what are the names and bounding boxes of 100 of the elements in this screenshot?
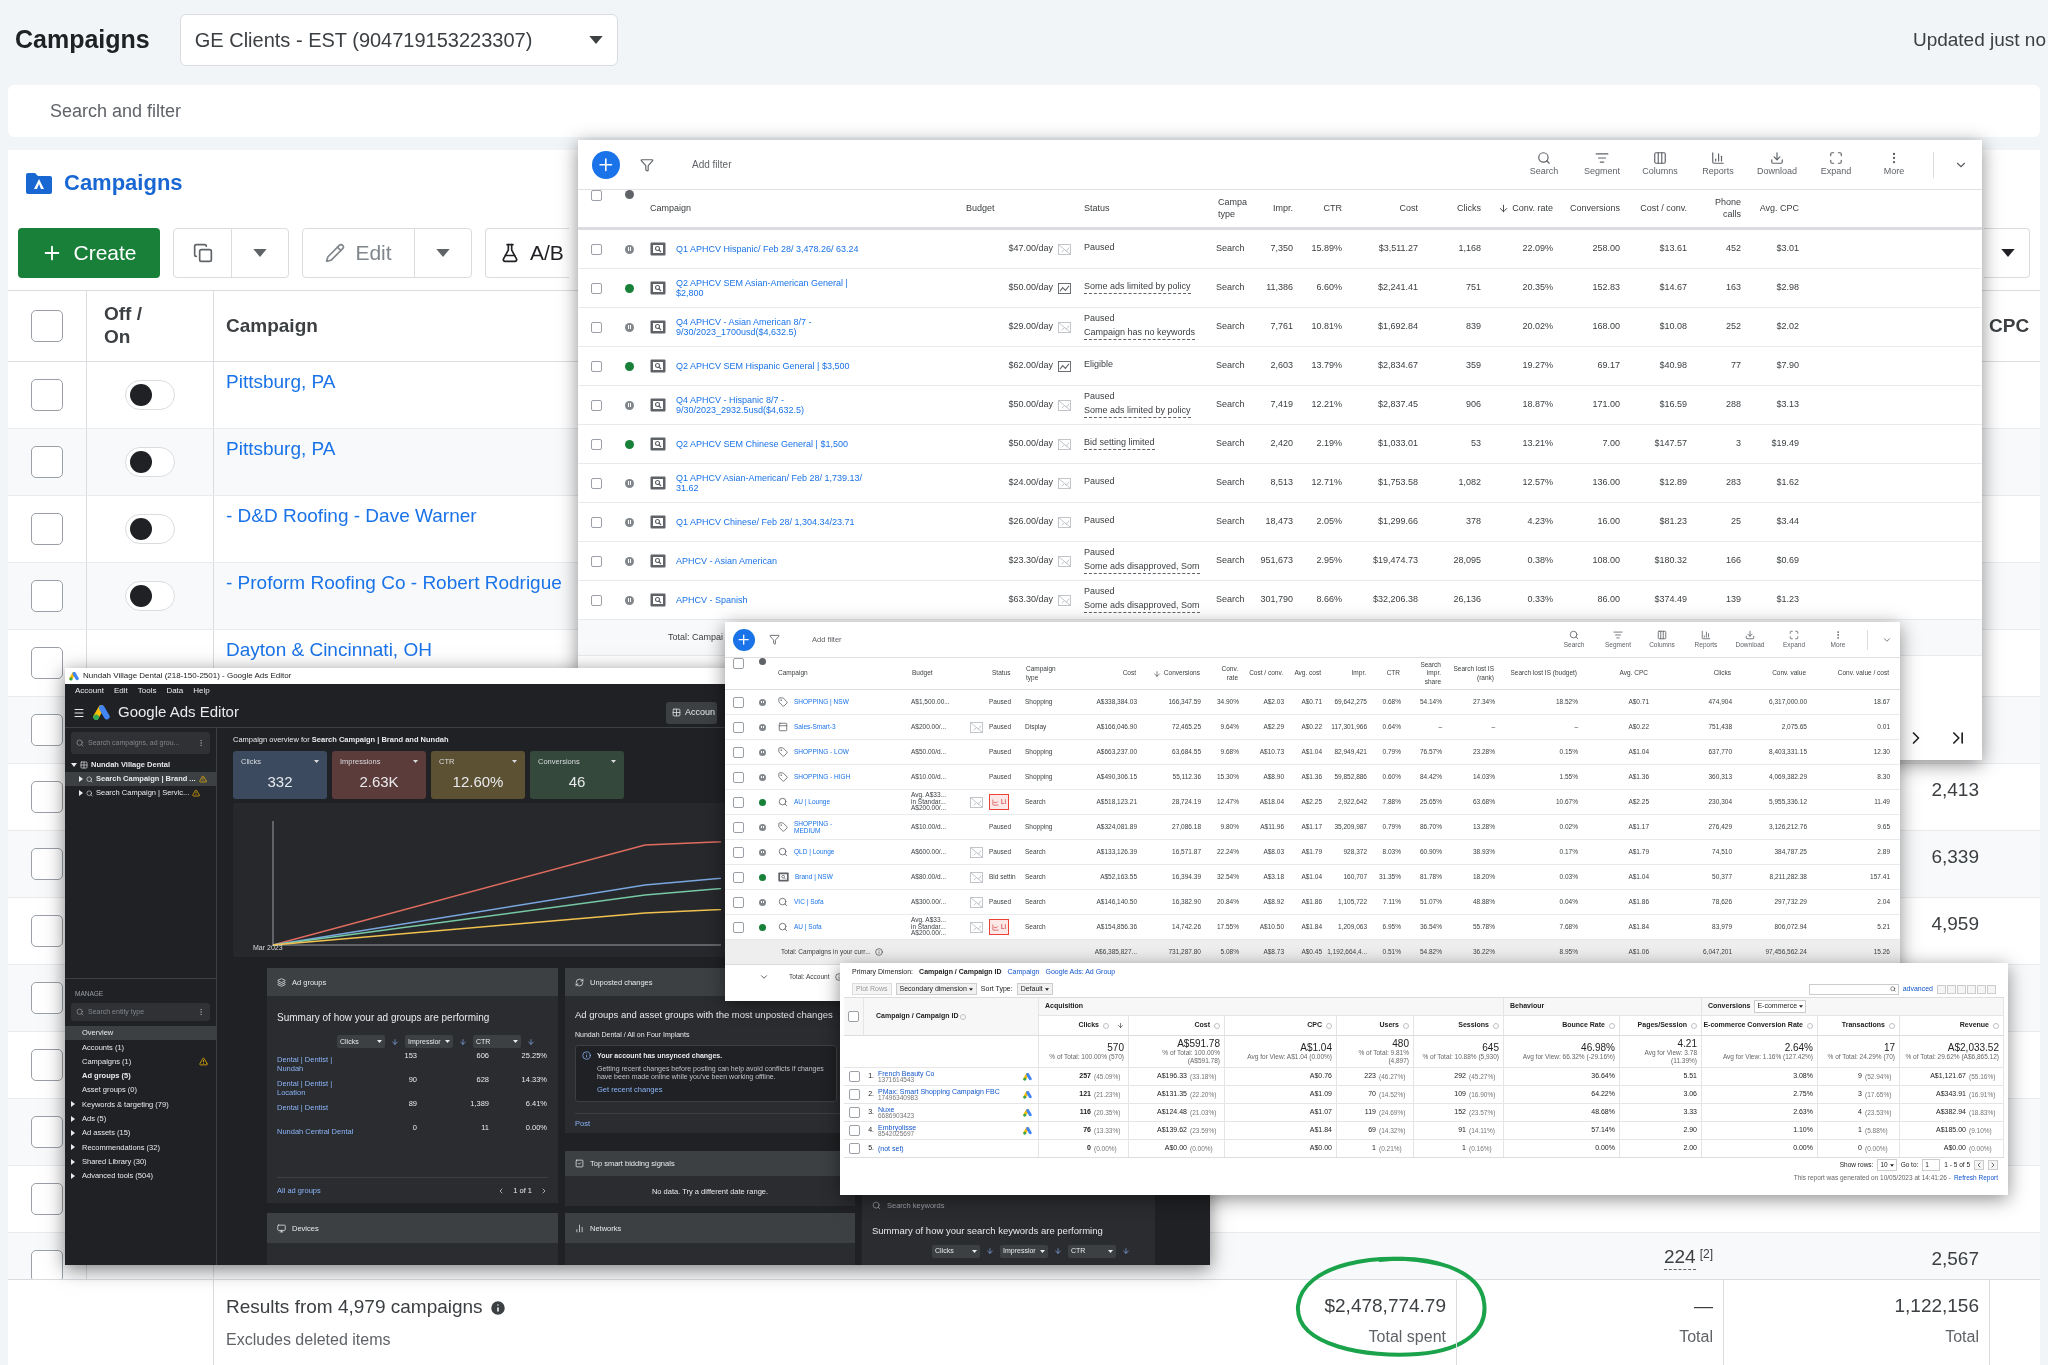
checkbox[interactable] <box>31 379 63 411</box>
checkbox[interactable] <box>31 915 63 947</box>
checkbox[interactable] <box>732 696 744 708</box>
checkbox[interactable] <box>31 513 63 545</box>
toolbar-button[interactable]: Search <box>1524 150 1563 179</box>
campaign-name[interactable]: Q4 APHCV - Hispanic 8/7 - 9/30/2023_2932.5usd($4,632.5) <box>676 394 876 416</box>
toolbar-button[interactable]: Reports <box>1698 150 1737 179</box>
column-header[interactable]: Cost <box>1399 202 1418 215</box>
toolbar-button[interactable]: Segment <box>1582 150 1621 179</box>
checkbox[interactable] <box>590 555 602 567</box>
checkbox[interactable] <box>848 1071 860 1082</box>
checkbox[interactable] <box>31 310 63 342</box>
checkbox[interactable] <box>732 771 744 783</box>
menu-item[interactable]: Data <box>166 685 184 697</box>
campaign-name[interactable]: - Proform Roofing Co - Robert Rodrigue <box>226 572 562 593</box>
checkbox[interactable] <box>31 1183 63 1215</box>
checkbox[interactable] <box>590 321 602 333</box>
add-filter[interactable]: Add filter <box>692 157 732 172</box>
checkbox[interactable] <box>732 721 744 733</box>
dropdown-button[interactable] <box>1984 227 2030 278</box>
account-button[interactable]: Accoun <box>665 701 717 724</box>
menu-item[interactable]: Tools <box>137 685 157 697</box>
toggle-switch[interactable] <box>125 447 175 477</box>
checkbox[interactable] <box>732 921 744 933</box>
column-header[interactable]: Campaign <box>650 202 692 215</box>
account-dropdown[interactable]: GE Clients - EST (904719153223307) <box>179 14 618 66</box>
checkbox[interactable] <box>590 282 602 294</box>
checkbox[interactable] <box>848 1125 860 1136</box>
checkbox[interactable] <box>31 1250 63 1279</box>
checkbox[interactable] <box>732 796 744 808</box>
campaign-name[interactable]: Q1 APHCV Asian-American/ Feb 28/ 1,739.13/ 31.62 <box>676 472 876 494</box>
campaign-name[interactable]: Q1 APHCV Hispanic/ Feb 28/ 3,478.26/ 63.24 <box>676 243 859 255</box>
campaign-name[interactable]: Pittsburg, PA <box>226 438 336 459</box>
column-header[interactable]: Budget <box>966 202 995 215</box>
campaign-name[interactable]: APHCV - Asian American <box>676 555 778 567</box>
add-button[interactable] <box>733 628 755 651</box>
campaign-name[interactable]: Q2 APHCV SEM Asian-American General | $2,800 <box>676 277 876 299</box>
checkbox[interactable] <box>31 781 63 813</box>
checkbox[interactable] <box>590 399 602 411</box>
checkbox[interactable] <box>848 1011 859 1022</box>
checkbox[interactable] <box>31 1049 63 1081</box>
search-field[interactable] <box>1808 983 1899 995</box>
campaign-name[interactable]: Q2 APHCV SEM Hispanic General | $3,500 <box>676 360 850 372</box>
column-header[interactable]: Impr. <box>1273 202 1293 215</box>
checkbox[interactable] <box>732 871 744 883</box>
column-header[interactable]: Avg. CPC <box>1759 202 1799 215</box>
checkbox[interactable] <box>590 438 602 450</box>
column-header[interactable]: Campa type <box>1218 197 1248 220</box>
toolbar-button[interactable]: Columns <box>1640 150 1679 179</box>
checkbox[interactable] <box>732 746 744 758</box>
column-header[interactable]: CTR <box>1323 202 1342 215</box>
column-header[interactable]: Phone calls <box>1697 197 1741 220</box>
menu-item[interactable]: Help <box>193 685 210 697</box>
checkbox[interactable] <box>848 1107 860 1118</box>
filter-icon[interactable] <box>640 157 654 172</box>
checkbox[interactable] <box>31 647 63 679</box>
campaign-name[interactable]: Q1 APHCV Chinese/ Feb 28/ 1,304.34/23.71 <box>676 516 855 528</box>
toggle-switch[interactable] <box>125 581 175 611</box>
checkbox[interactable] <box>590 243 602 255</box>
column-header[interactable]: Cost / conv. <box>1640 202 1687 215</box>
checkbox[interactable] <box>31 982 63 1014</box>
chevron-down-icon[interactable] <box>759 972 769 982</box>
toolbar-button[interactable]: More <box>1875 150 1913 179</box>
campaign-name[interactable]: Q2 APHCV SEM Chinese General | $1,500 <box>676 438 848 450</box>
column-header[interactable]: Status <box>1084 202 1110 215</box>
toggle-switch[interactable] <box>125 514 175 544</box>
column-header[interactable]: Clicks <box>1457 202 1481 215</box>
next-page-button[interactable] <box>1988 1160 1998 1170</box>
checkbox[interactable] <box>31 848 63 880</box>
checkbox[interactable] <box>732 896 744 908</box>
checkbox[interactable] <box>590 360 602 372</box>
toolbar-button[interactable]: Download <box>1756 150 1797 179</box>
checkbox[interactable] <box>732 846 744 858</box>
campaign-name[interactable]: - D&D Roofing - Dave Warner <box>226 505 477 526</box>
create-button[interactable]: Create <box>18 227 160 278</box>
checkbox[interactable] <box>31 1116 63 1148</box>
checkbox[interactable] <box>848 1089 860 1100</box>
menu-icon[interactable] <box>73 706 85 719</box>
checkbox[interactable] <box>848 1143 860 1154</box>
previous-page-button[interactable] <box>1974 1160 1984 1170</box>
checkbox[interactable] <box>31 714 63 746</box>
checkbox[interactable] <box>31 446 63 478</box>
experiment-button[interactable]: A/B <box>485 227 569 278</box>
add-button[interactable] <box>592 150 620 179</box>
campaign-name[interactable]: Pittsburg, PA <box>226 371 336 392</box>
column-header[interactable]: Conv. rate <box>1512 202 1553 215</box>
checkbox[interactable] <box>31 580 63 612</box>
menu-item[interactable]: Edit <box>113 685 128 697</box>
toolbar-button[interactable]: Expand <box>1817 150 1855 179</box>
campaign-name[interactable]: APHCV - Spanish <box>676 594 748 606</box>
column-header[interactable]: Conversions <box>1569 202 1620 215</box>
campaign-name[interactable]: Dayton & Cincinnati, OH <box>226 639 432 660</box>
search-field[interactable]: Search and filter <box>8 85 2040 137</box>
checkbox[interactable] <box>732 821 744 833</box>
checkbox[interactable] <box>590 190 602 201</box>
campaign-name[interactable]: Q4 APHCV - Asian American 8/7 - 9/30/2023_1700usd($4,632.5) <box>676 316 876 338</box>
checkbox[interactable] <box>590 594 602 606</box>
toggle-switch[interactable] <box>125 380 175 410</box>
checkbox[interactable] <box>732 658 744 669</box>
checkbox[interactable] <box>590 477 602 489</box>
